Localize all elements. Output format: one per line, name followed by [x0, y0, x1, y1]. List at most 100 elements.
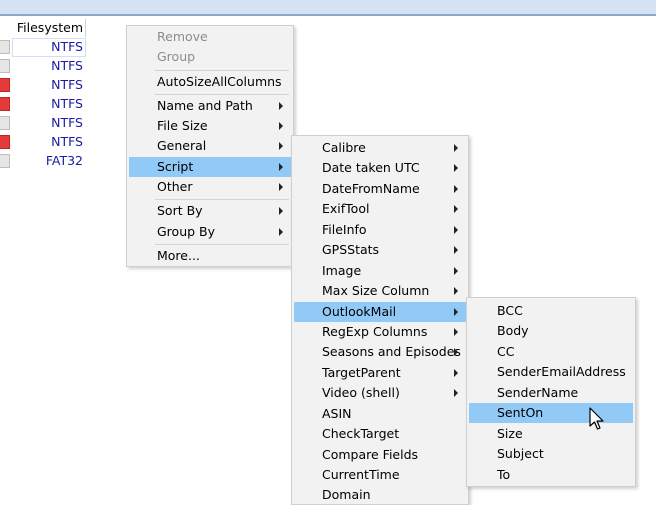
submenu-arrow-icon [454, 328, 458, 336]
menu-item-remove: Remove [129, 27, 291, 47]
submenu-item-seasons-and-episodes[interactable]: Seasons and Episodes [294, 342, 466, 362]
filesystem-value: NTFS [51, 134, 83, 149]
submenu-item-currenttime[interactable]: CurrentTime [294, 465, 466, 485]
submenu-item-max-size-column[interactable]: Max Size Column [294, 281, 466, 301]
submenu-arrow-icon [454, 348, 458, 356]
submenu-item-domain[interactable]: Domain [294, 485, 466, 505]
submenu-item-outlookmail[interactable]: OutlookMail [294, 302, 466, 322]
submenu-item-senton[interactable]: SentOn [469, 403, 633, 423]
file-row[interactable]: NTFS [0, 133, 86, 152]
arrow-pointer-icon [589, 407, 604, 430]
menu-item-label: Image [322, 263, 362, 278]
usage-bar [0, 59, 10, 73]
submenu-item-senderemailaddress[interactable]: SenderEmailAddress [469, 362, 633, 382]
filesystem-column-header-label: Filesystem [16, 20, 83, 35]
submenu-arrow-icon [454, 287, 458, 295]
submenu-item-body[interactable]: Body [469, 321, 633, 341]
script-submenu: Calibre Date taken UTC DateFromName Exif… [291, 135, 469, 505]
submenu-item-size[interactable]: Size [469, 424, 633, 444]
menu-item-label: General [157, 138, 207, 153]
menu-item-label: SenderName [497, 385, 579, 400]
usage-bar [0, 40, 10, 54]
submenu-item-datefromname[interactable]: DateFromName [294, 179, 466, 199]
submenu-item-bcc[interactable]: BCC [469, 301, 633, 321]
submenu-arrow-icon [279, 122, 283, 130]
submenu-arrow-icon [454, 226, 458, 234]
file-row[interactable]: NTFS [0, 57, 86, 76]
usage-bar-full [0, 135, 10, 149]
submenu-arrow-icon [454, 185, 458, 193]
menu-item-script[interactable]: Script [129, 157, 291, 177]
menu-item-label: More... [157, 248, 200, 263]
submenu-item-subject[interactable]: Subject [469, 444, 633, 464]
submenu-arrow-icon [279, 207, 283, 215]
menu-item-group: Group [129, 47, 291, 67]
submenu-arrow-icon [454, 267, 458, 275]
filesystem-value: NTFS [51, 115, 83, 130]
menu-item-sort-by[interactable]: Sort By [129, 201, 291, 221]
menu-item-label: Date taken UTC [322, 160, 420, 175]
menu-item-other[interactable]: Other [129, 177, 291, 197]
file-row[interactable]: FAT32 [0, 152, 86, 171]
file-row[interactable]: NTFS [0, 114, 86, 133]
menu-item-label: Subject [497, 446, 544, 461]
menu-item-label: FileInfo [322, 222, 367, 237]
menu-item-label: Group [157, 49, 196, 64]
submenu-item-checktarget[interactable]: CheckTarget [294, 424, 466, 444]
submenu-item-asin[interactable]: ASIN [294, 404, 466, 424]
submenu-item-gpsstats[interactable]: GPSStats [294, 240, 466, 260]
menu-separator [155, 199, 289, 200]
window-top-strip [0, 0, 656, 14]
submenu-item-video-shell[interactable]: Video (shell) [294, 383, 466, 403]
file-row[interactable]: NTFS [0, 76, 86, 95]
file-row[interactable]: NTFS [0, 38, 86, 57]
submenu-item-exiftool[interactable]: ExifTool [294, 199, 466, 219]
menu-item-file-size[interactable]: File Size [129, 116, 291, 136]
submenu-arrow-icon [454, 144, 458, 152]
submenu-arrow-icon [454, 246, 458, 254]
submenu-item-calibre[interactable]: Calibre [294, 138, 466, 158]
menu-item-label: Group By [157, 224, 216, 239]
submenu-item-cc[interactable]: CC [469, 342, 633, 362]
submenu-item-to[interactable]: To [469, 465, 633, 485]
menu-item-label: Body [497, 323, 529, 338]
submenu-item-compare-fields[interactable]: Compare Fields [294, 445, 466, 465]
filesystem-value: NTFS [51, 77, 83, 92]
menu-separator [155, 244, 289, 245]
menu-item-group-by[interactable]: Group By [129, 222, 291, 242]
menu-item-label: Other [157, 179, 193, 194]
submenu-item-regexp-columns[interactable]: RegExp Columns [294, 322, 466, 342]
menu-item-label: ExifTool [322, 201, 370, 216]
submenu-item-sendername[interactable]: SenderName [469, 383, 633, 403]
menu-item-label: Script [157, 159, 194, 174]
usage-bar [0, 154, 10, 168]
column-separator[interactable] [85, 19, 86, 37]
menu-item-label: Size [497, 426, 523, 441]
submenu-item-fileinfo[interactable]: FileInfo [294, 220, 466, 240]
menu-item-label: Sort By [157, 203, 203, 218]
menu-item-more[interactable]: More... [129, 246, 291, 266]
submenu-arrow-icon [454, 308, 458, 316]
submenu-arrow-icon [454, 389, 458, 397]
menu-item-label: Domain [322, 487, 371, 502]
menu-item-label: CurrentTime [322, 467, 400, 482]
menu-item-autosizeallcolumns[interactable]: AutoSizeAllColumns [129, 72, 291, 92]
menu-item-label: SentOn [497, 405, 544, 420]
menu-item-label: DateFromName [322, 181, 420, 196]
menu-separator [155, 94, 289, 95]
submenu-item-image[interactable]: Image [294, 261, 466, 281]
menu-item-label: Remove [157, 29, 208, 44]
submenu-item-targetparent[interactable]: TargetParent [294, 363, 466, 383]
menu-item-general[interactable]: General [129, 136, 291, 156]
menu-item-label: TargetParent [322, 365, 401, 380]
menu-item-label: File Size [157, 118, 208, 133]
submenu-arrow-icon [279, 163, 283, 171]
menu-item-label: BCC [497, 303, 523, 318]
menu-item-name-and-path[interactable]: Name and Path [129, 96, 291, 116]
filesystem-column-header[interactable]: Filesystem [0, 19, 86, 37]
usage-bar-full [0, 78, 10, 92]
submenu-arrow-icon [279, 102, 283, 110]
submenu-item-date-taken-utc[interactable]: Date taken UTC [294, 158, 466, 178]
menu-item-label: GPSStats [322, 242, 380, 257]
file-row[interactable]: NTFS [0, 95, 86, 114]
